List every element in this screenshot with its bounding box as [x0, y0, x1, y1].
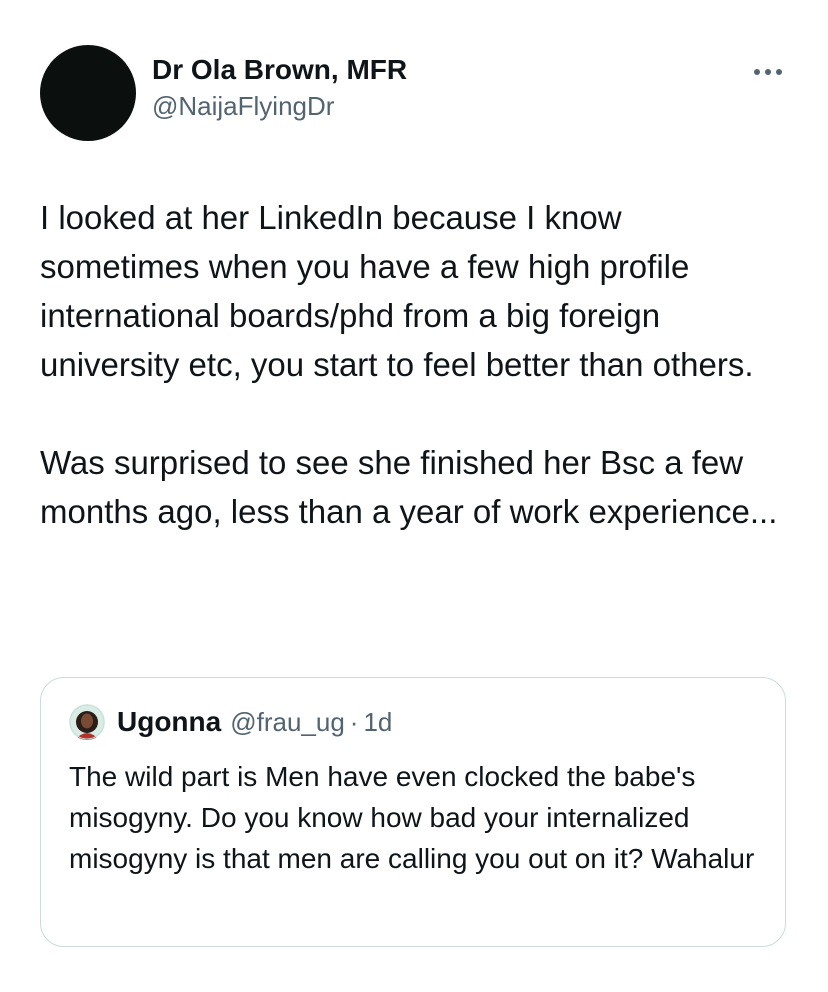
tweet-text: I looked at her LinkedIn because I know …	[40, 199, 778, 530]
author-info: Dr Ola Brown, MFR @NaijaFlyingDr	[152, 52, 407, 124]
author-avatar[interactable]	[40, 45, 136, 141]
author-handle[interactable]: @NaijaFlyingDr	[152, 88, 407, 124]
avatar-image-icon	[69, 704, 105, 740]
quoted-tweet-header: Ugonna @frau_ug · 1d	[69, 704, 392, 740]
separator-dot: ·	[349, 706, 359, 737]
more-options-button[interactable]	[748, 58, 788, 86]
author-name[interactable]: Dr Ola Brown, MFR	[152, 52, 407, 88]
more-horizontal-icon	[754, 69, 782, 75]
quoted-author-name[interactable]: Ugonna	[117, 706, 221, 738]
quoted-tweet-card[interactable]: Ugonna @frau_ug · 1d The wild part is Me…	[40, 677, 786, 947]
quoted-tweet-text: The wild part is Men have even clocked t…	[69, 761, 755, 874]
quoted-author-avatar[interactable]	[69, 704, 105, 740]
quoted-tweet-time[interactable]: 1d	[363, 707, 392, 738]
quoted-author-handle[interactable]: @frau_ug	[230, 707, 345, 738]
